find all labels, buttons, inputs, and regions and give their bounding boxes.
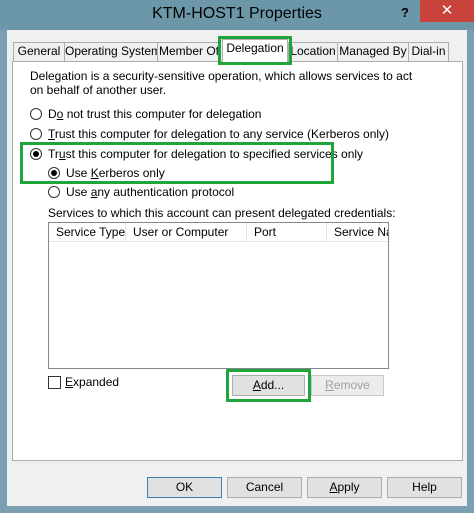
services-list[interactable]: Service Type User or Computer Port Servi…	[48, 222, 389, 369]
radio-use-any-protocol[interactable]: Use any authentication protocol	[48, 184, 234, 200]
apply-button[interactable]: Apply	[307, 477, 382, 498]
services-label: Services to which this account can prese…	[48, 206, 396, 220]
specified-services-highlight	[20, 142, 334, 184]
expanded-checkbox[interactable]: Expanded	[48, 375, 119, 389]
help-icon[interactable]: ?	[392, 2, 418, 24]
delegation-tab-highlight	[218, 36, 292, 65]
remove-button[interactable]: Remove	[311, 375, 384, 396]
radio-button-icon[interactable]	[30, 108, 42, 120]
delegation-panel: Delegation is a security-sensitive opera…	[12, 61, 463, 461]
expanded-label: Expanded	[65, 375, 120, 389]
services-list-header: Service Type User or Computer Port Servi…	[49, 223, 388, 242]
radio-label: Trust this computer for delegation to an…	[48, 127, 390, 141]
tab-operating-system[interactable]: Operating System	[64, 42, 158, 61]
radio-label: Do not trust this computer for delegatio…	[48, 107, 262, 121]
column-port[interactable]: Port	[247, 223, 327, 242]
radio-label: Use any authentication protocol	[66, 185, 235, 199]
title-bar[interactable]: KTM-HOST1 Properties ? ✕	[0, 0, 474, 30]
checkbox-icon[interactable]	[48, 375, 61, 389]
radio-trust-any-service[interactable]: Trust this computer for delegation to an…	[30, 126, 389, 142]
tab-member-of[interactable]: Member Of	[157, 42, 221, 61]
tab-dial-in[interactable]: Dial-in	[408, 42, 449, 61]
tab-general[interactable]: General	[13, 42, 65, 61]
add-button-highlight	[226, 369, 311, 402]
properties-window: KTM-HOST1 Properties ? ✕ General Operati…	[0, 0, 474, 513]
radio-button-icon[interactable]	[30, 128, 42, 140]
cancel-button[interactable]: Cancel	[227, 477, 302, 498]
help-button[interactable]: Help	[387, 477, 462, 498]
column-service-name[interactable]: Service Na	[327, 223, 388, 242]
delegation-description: Delegation is a security-sensitive opera…	[30, 69, 413, 97]
column-service-type[interactable]: Service Type	[49, 223, 126, 242]
column-user-or-computer[interactable]: User or Computer	[126, 223, 247, 242]
radio-do-not-trust[interactable]: Do not trust this computer for delegatio…	[30, 106, 261, 122]
ok-button[interactable]: OK	[147, 477, 222, 498]
close-icon[interactable]: ✕	[420, 0, 474, 22]
dialog-client-area: General Operating System Member Of Deleg…	[7, 30, 467, 506]
radio-button-icon[interactable]	[48, 186, 60, 198]
tab-managed-by[interactable]: Managed By	[337, 42, 409, 61]
tab-location[interactable]: Location	[288, 42, 338, 61]
